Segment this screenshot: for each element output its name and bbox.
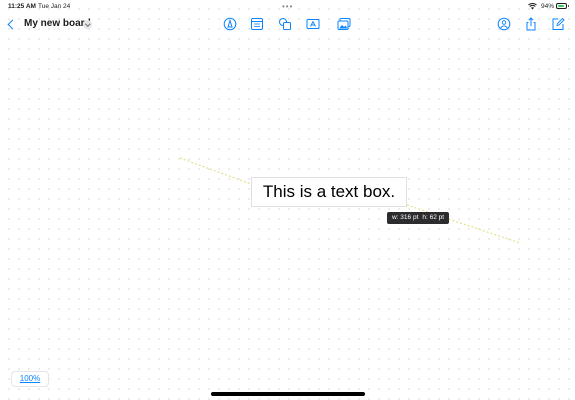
battery-icon xyxy=(556,3,569,9)
media-icon xyxy=(337,18,351,30)
back-button[interactable] xyxy=(6,17,18,33)
text-box-icon xyxy=(306,19,320,29)
zoom-level-button[interactable]: 100% xyxy=(11,371,49,387)
pen-tool-button[interactable] xyxy=(223,17,237,31)
size-tooltip: w: 316 pt h: 62 pt xyxy=(387,212,450,224)
board-title[interactable]: My new board xyxy=(24,18,91,29)
multitasking-dots[interactable]: ••• xyxy=(282,2,293,11)
sticky-note-icon xyxy=(251,18,263,30)
collaboration-icon xyxy=(497,17,511,31)
size-height: h: 62 pt xyxy=(422,214,445,221)
wifi-icon xyxy=(528,3,537,10)
shapes-button[interactable] xyxy=(278,17,292,31)
status-date: Tue Jan 24 xyxy=(38,3,71,10)
compose-icon xyxy=(552,17,565,30)
share-icon xyxy=(526,17,536,31)
compose-button[interactable] xyxy=(551,17,565,31)
battery-percent: 94% xyxy=(540,3,554,10)
collaboration-button[interactable] xyxy=(497,17,511,31)
chevron-down-icon[interactable] xyxy=(83,20,92,29)
pen-tip-icon xyxy=(223,17,237,31)
home-indicator[interactable] xyxy=(211,392,365,396)
media-button[interactable] xyxy=(337,17,351,31)
text-box[interactable]: This is a text box. xyxy=(251,177,407,207)
status-time: 11:25 AM xyxy=(8,3,36,10)
shapes-icon xyxy=(279,18,291,30)
text-box-button[interactable] xyxy=(306,17,320,31)
size-width: w: 316 pt xyxy=(392,214,419,221)
sticky-note-button[interactable] xyxy=(250,17,264,31)
share-button[interactable] xyxy=(524,17,538,31)
